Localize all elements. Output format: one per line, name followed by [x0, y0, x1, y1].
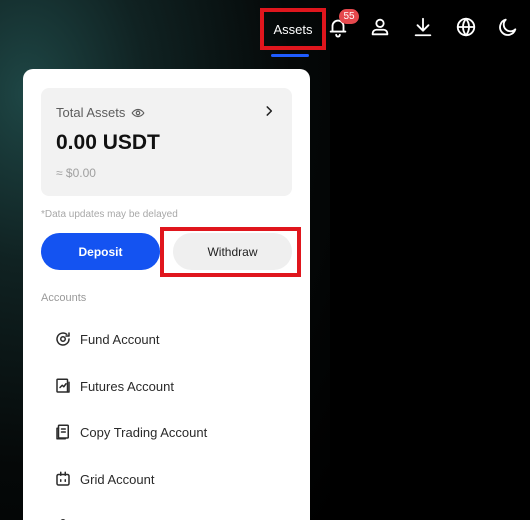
- copy-trading-icon: [54, 423, 72, 441]
- fiat-value: ≈ $0.00: [56, 166, 96, 180]
- account-label: Copy Trading Account: [80, 424, 208, 440]
- account-label: Grid Account: [80, 471, 155, 487]
- assets-panel: Total Assets 0.00 USDT ≈ $0.00 *Data upd…: [23, 69, 310, 520]
- grid-icon: [54, 470, 72, 488]
- chevron-right-icon[interactable]: [262, 104, 276, 118]
- total-assets-label: Total Assets: [56, 105, 126, 120]
- globe-icon[interactable]: [455, 16, 477, 38]
- user-icon[interactable]: [369, 16, 391, 38]
- nav-assets[interactable]: Assets: [263, 11, 323, 47]
- eye-icon[interactable]: [131, 106, 145, 120]
- account-item-copy-trading[interactable]: Copy Trading Account: [54, 421, 207, 443]
- download-icon[interactable]: [412, 16, 434, 38]
- total-assets-header: Total Assets: [56, 105, 145, 120]
- account-icon: [54, 516, 72, 520]
- total-assets-card[interactable]: Total Assets 0.00 USDT ≈ $0.00: [41, 88, 292, 196]
- account-item-grid[interactable]: Grid Account: [54, 468, 154, 490]
- withdraw-button[interactable]: Withdraw: [173, 233, 292, 270]
- account-item-futures[interactable]: Futures Account: [54, 375, 174, 397]
- moon-icon[interactable]: [497, 16, 519, 38]
- futures-icon: [54, 377, 72, 395]
- top-nav: Assets 55: [0, 0, 530, 58]
- notification-badge: 55: [339, 9, 359, 24]
- deposit-button[interactable]: Deposit: [41, 233, 160, 270]
- nav-active-indicator: [271, 54, 309, 57]
- account-label: Fund Account: [80, 331, 160, 347]
- fund-icon: [54, 330, 72, 348]
- account-item-fund[interactable]: Fund Account: [54, 328, 160, 350]
- total-assets-value: 0.00 USDT: [56, 131, 160, 154]
- account-label: Futures Account: [80, 378, 174, 394]
- account-item-more[interactable]: [54, 514, 72, 520]
- data-delay-note: *Data updates may be delayed: [41, 209, 178, 220]
- accounts-heading: Accounts: [41, 292, 87, 304]
